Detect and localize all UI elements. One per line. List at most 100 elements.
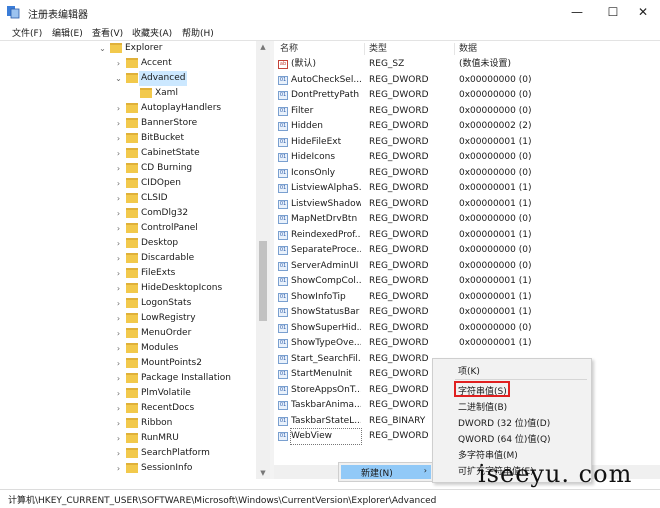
chevron-right-icon[interactable]: ›: [114, 401, 123, 416]
registry-tree[interactable]: ⌄ Explorer › Accent ⌄ Advanced Xaml › AutoplayHa…: [0, 41, 270, 479]
registry-value-row[interactable]: 01 ShowStatusBar REG_DWORD 0x00000001 (1): [274, 305, 660, 321]
chevron-right-icon[interactable]: ›: [114, 116, 123, 131]
value-name: MapNetDrvBtn: [291, 214, 358, 224]
chevron-right-icon[interactable]: ›: [114, 341, 123, 356]
registry-value-row[interactable]: 01 ServerAdminUI REG_DWORD 0x00000000 (0): [274, 259, 660, 275]
menu-edit[interactable]: 编辑(E): [52, 26, 83, 39]
window-title: 注册表编辑器: [28, 10, 88, 21]
chevron-right-icon[interactable]: ›: [114, 251, 123, 266]
value-data: 0x00000000 (0): [459, 105, 532, 116]
chevron-down-icon[interactable]: ⌄: [114, 71, 123, 86]
registry-value-row[interactable]: ab (默认) REG_SZ (数值未设置): [274, 57, 660, 73]
binary-value-icon: 01: [278, 199, 288, 209]
registry-value-row[interactable]: 01 DontPrettyPath REG_DWORD 0x00000000 (0): [274, 88, 660, 104]
registry-value-row[interactable]: 01 ShowTypeOve... REG_DWORD 0x00000001 (1): [274, 336, 660, 352]
chevron-right-icon[interactable]: ›: [114, 191, 123, 206]
status-bar: 计算机\HKEY_CURRENT_USER\SOFTWARE\Microsoft…: [0, 489, 660, 508]
value-name: HideFileExt: [291, 136, 342, 147]
submenu-item-qword-value[interactable]: QWORD (64 位)值(Q): [458, 432, 551, 445]
folder-icon: [126, 73, 138, 83]
registry-value-row[interactable]: 01 IconsOnly REG_DWORD 0x00000000 (0): [274, 166, 660, 182]
column-separator[interactable]: [454, 43, 455, 55]
chevron-right-icon[interactable]: ›: [114, 131, 123, 146]
chevron-right-icon[interactable]: ›: [114, 161, 123, 176]
registry-value-row[interactable]: 01 MapNetDrvBtn REG_DWORD 0x00000000 (0): [274, 212, 660, 228]
submenu-item-string-value[interactable]: 字符串值(S): [458, 384, 507, 397]
submenu-item-dword-value[interactable]: DWORD (32 位)值(D): [458, 416, 550, 429]
folder-icon: [126, 433, 138, 443]
scroll-down-icon[interactable]: ▼: [256, 467, 270, 479]
registry-value-row[interactable]: 01 AutoCheckSel... REG_DWORD 0x00000000 (0): [274, 73, 660, 89]
value-name: (默认): [291, 59, 317, 69]
watermark: iseeyu. com: [478, 460, 633, 488]
chevron-right-icon[interactable]: ›: [114, 296, 123, 311]
menu-help[interactable]: 帮助(H): [182, 26, 214, 39]
chevron-down-icon[interactable]: ⌄: [98, 41, 107, 56]
chevron-right-icon[interactable]: ›: [114, 371, 123, 386]
registry-value-row[interactable]: 01 ReindexedProf... REG_DWORD 0x00000001 (1…: [274, 228, 660, 244]
folder-icon: [126, 448, 138, 458]
value-type: REG_DWORD: [369, 198, 429, 209]
chevron-right-icon[interactable]: ›: [114, 146, 123, 161]
value-type: REG_DWORD: [369, 183, 429, 193]
chevron-right-icon[interactable]: ›: [114, 176, 123, 191]
registry-value-row[interactable]: 01 Filter REG_DWORD 0x00000000 (0): [274, 104, 660, 120]
chevron-right-icon[interactable]: ›: [114, 431, 123, 446]
menu-file[interactable]: 文件(F): [12, 26, 42, 39]
tree-item-label: CD Burning: [141, 163, 193, 173]
binary-value-icon: 01: [278, 354, 288, 364]
chevron-right-icon[interactable]: ›: [114, 326, 123, 341]
submenu-item-key[interactable]: 项(K): [458, 364, 480, 377]
value-data: 0x00000000 (0): [459, 245, 532, 255]
registry-value-row[interactable]: 01 Hidden REG_DWORD 0x00000002 (2): [274, 119, 660, 135]
menu-view[interactable]: 查看(V): [92, 26, 123, 39]
minimize-button[interactable]: —: [560, 2, 594, 22]
tree-item-label: CIDOpen: [141, 178, 181, 188]
folder-icon: [126, 238, 138, 248]
tree-item-label: Modules: [141, 343, 179, 353]
close-button[interactable]: ✕: [626, 2, 660, 22]
registry-value-row[interactable]: 01 SeparateProce... REG_DWORD 0x00000000 (0…: [274, 243, 660, 259]
value-name: Filter: [291, 105, 314, 116]
chevron-right-icon[interactable]: ›: [114, 356, 123, 371]
chevron-right-icon[interactable]: ›: [114, 386, 123, 401]
column-separator[interactable]: [364, 43, 365, 55]
value-type: REG_DWORD: [369, 245, 429, 255]
scroll-up-icon[interactable]: ▲: [256, 41, 270, 53]
chevron-right-icon[interactable]: ›: [114, 461, 123, 476]
registry-value-row[interactable]: 01 ShowInfoTip REG_DWORD 0x00000001 (1): [274, 290, 660, 306]
chevron-right-icon[interactable]: ›: [114, 446, 123, 461]
value-name: HideIcons: [291, 152, 336, 162]
registry-value-row[interactable]: 01 HideFileExt REG_DWORD 0x00000001 (1): [274, 135, 660, 151]
registry-value-row[interactable]: 01 ShowCompCol... REG_DWORD 0x00000001 (1): [274, 274, 660, 290]
chevron-right-icon[interactable]: ›: [114, 266, 123, 281]
value-type: REG_DWORD: [369, 291, 429, 302]
column-header-type[interactable]: 类型: [369, 41, 387, 57]
submenu-item-binary-value[interactable]: 二进制值(B): [458, 400, 507, 413]
chevron-right-icon[interactable]: ›: [114, 221, 123, 236]
registry-value-row[interactable]: 01 ListviewShadow REG_DWORD 0x00000001 (1): [274, 197, 660, 213]
maximize-button[interactable]: ☐: [596, 2, 630, 22]
folder-icon: [126, 268, 138, 278]
tree-item-label: SearchPlatform: [141, 448, 210, 458]
chevron-right-icon[interactable]: ›: [114, 281, 123, 296]
scroll-thumb[interactable]: [259, 241, 267, 321]
registry-value-row[interactable]: 01 HideIcons REG_DWORD 0x00000000 (0): [274, 150, 660, 166]
binary-value-icon: 01: [278, 215, 288, 224]
chevron-right-icon[interactable]: ›: [114, 101, 123, 116]
tree-scrollbar[interactable]: ▲ ▼: [256, 41, 270, 479]
tree-item-label: LogonStats: [141, 298, 192, 308]
folder-icon: [126, 283, 138, 293]
chevron-right-icon[interactable]: ›: [114, 416, 123, 431]
column-header-name[interactable]: 名称: [280, 41, 298, 57]
chevron-right-icon[interactable]: ›: [114, 311, 123, 326]
chevron-right-icon[interactable]: ›: [114, 206, 123, 221]
chevron-right-icon[interactable]: ›: [114, 56, 123, 71]
chevron-right-icon[interactable]: ›: [114, 236, 123, 251]
registry-value-row[interactable]: 01 ListviewAlphaS... REG_DWORD 0x00000001 (…: [274, 181, 660, 197]
registry-value-row[interactable]: 01 ShowSuperHid... REG_DWORD 0x00000000 (0): [274, 321, 660, 337]
menu-item-new[interactable]: 新建(N): [361, 466, 393, 479]
tree-item-label: BitBucket: [141, 133, 184, 143]
column-header-data[interactable]: 数据: [459, 41, 477, 57]
menu-favorites[interactable]: 收藏夹(A): [132, 26, 172, 39]
